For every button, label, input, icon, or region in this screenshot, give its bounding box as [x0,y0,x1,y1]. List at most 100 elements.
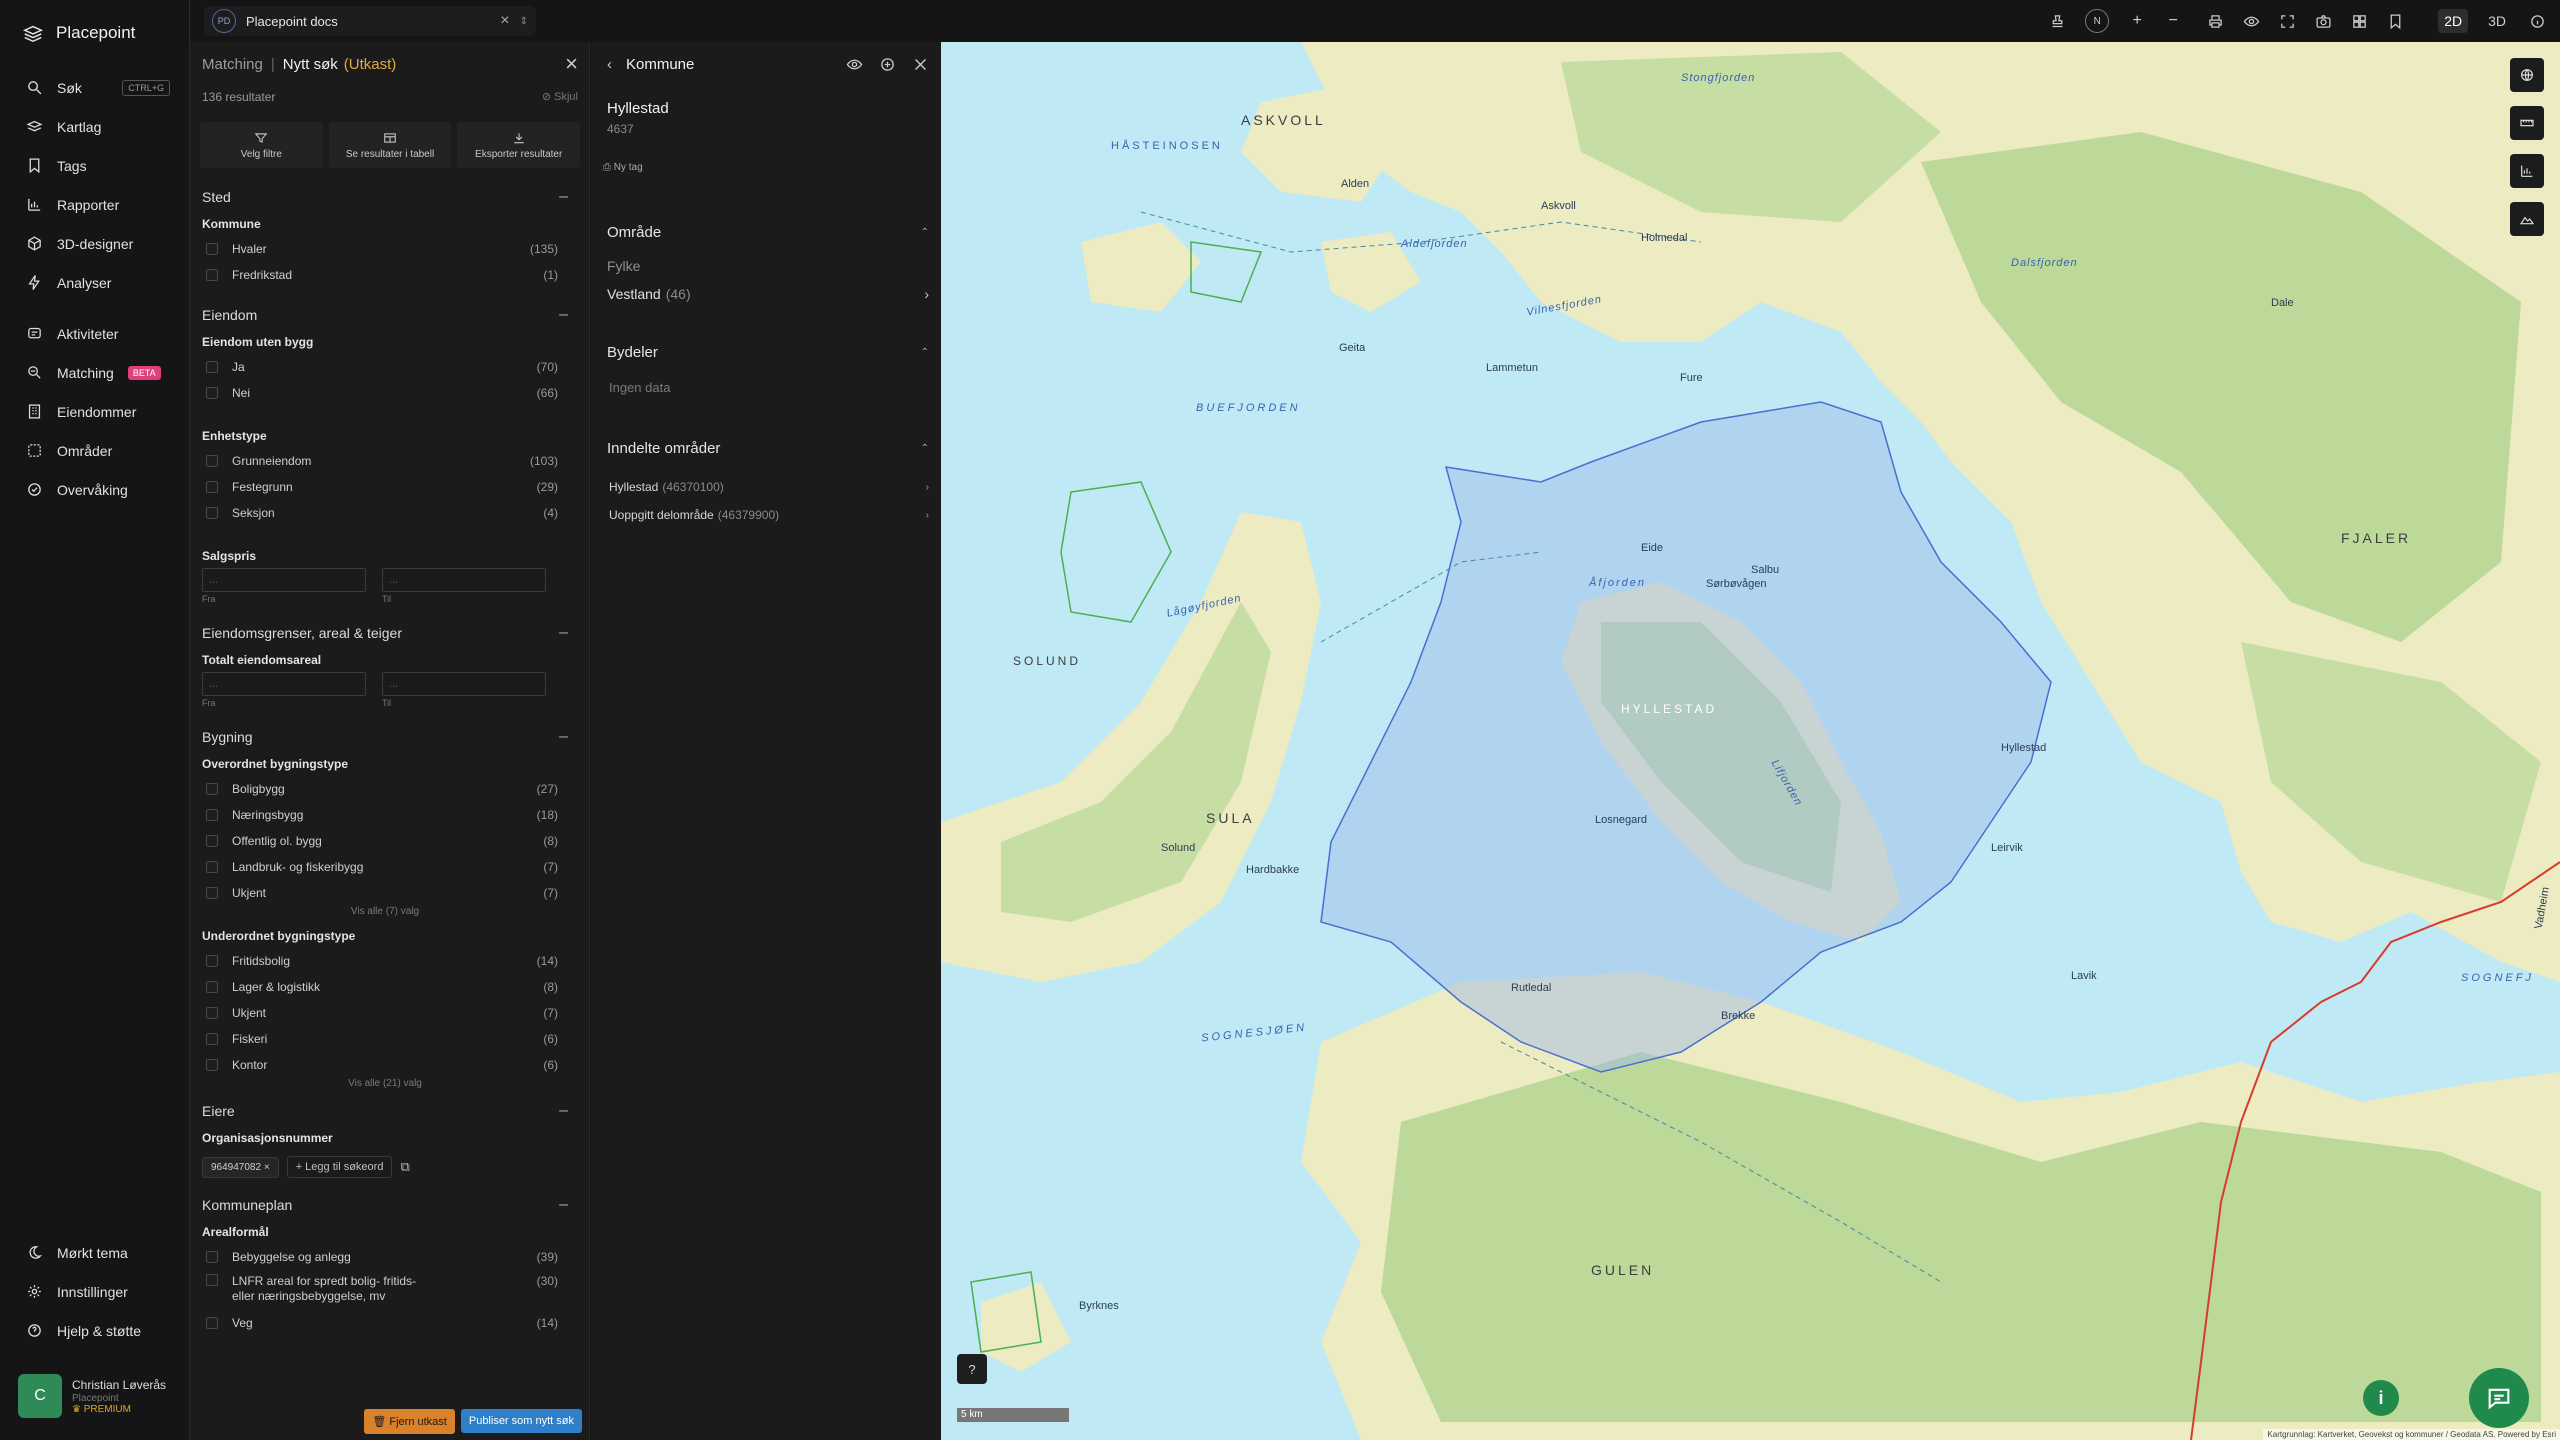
filter-option[interactable]: Seksjon (4) [202,500,568,526]
crosshair-icon[interactable] [879,56,896,73]
keyword-chip[interactable]: 964947082 × [202,1156,279,1178]
nav-item-help[interactable]: Hjelp & støtte [0,1311,190,1350]
checkbox[interactable] [206,861,218,873]
checkbox[interactable] [206,507,218,519]
screenshot-button[interactable] [2312,10,2334,32]
filter-option[interactable]: Hvaler (135) [202,236,568,262]
bookmark-button[interactable] [2384,10,2406,32]
help-icon[interactable]: ? [957,1354,987,1384]
close-icon[interactable]: × [500,12,509,30]
subarea-row[interactable]: Uoppgitt delområde (46379900) › [609,508,929,522]
nav-item-analyser[interactable]: Analyser [0,263,190,302]
nav-item-3d-designer[interactable]: 3D-designer [0,224,190,263]
nav-item-eiendommer[interactable]: Eiendommer [0,392,190,431]
zoom-out-button[interactable]: − [2162,10,2184,32]
show-all-link[interactable]: Vis alle (21) valg [202,1078,568,1096]
zoom-in-button[interactable]: + [2126,10,2148,32]
nav-item-sok[interactable]: Søk CTRL+G [0,68,190,107]
price-to-input[interactable]: ... [382,568,546,592]
map-canvas[interactable]: BUEFJORDEN SOGNESJØEN SOGNEFJ SULA GULEN… [941,42,2560,1440]
chevron-up-icon[interactable]: ⌃ [921,443,929,454]
publish-button[interactable]: Publiser som nytt søk [460,1409,582,1433]
remove-icon[interactable]: × [264,1162,270,1173]
info-button[interactable] [2526,10,2548,32]
chat-button[interactable] [2469,1368,2529,1428]
measure-tool-button[interactable] [2510,106,2544,140]
draw-tool-button[interactable] [2046,10,2068,32]
show-all-link[interactable]: Vis alle (7) valg [202,906,568,924]
grid-button[interactable] [2348,10,2370,32]
workspace-selector[interactable]: PD Placepoint docs × ⇕ [204,6,536,36]
filter-option[interactable]: Ja (70) [202,354,568,380]
filter-option[interactable]: Bebyggelse og anlegg (39) [202,1244,568,1270]
brand[interactable]: Placepoint [22,20,135,46]
section-bydeler[interactable]: Bydeler ⌃ [607,344,929,361]
subarea-row[interactable]: Hyllestad (46370100) › [609,480,929,494]
filter-option[interactable]: Fritidsbolig (14) [202,948,568,974]
nav-item-dark-theme[interactable]: Mørkt tema [0,1233,190,1272]
mode-2d-toggle[interactable]: 2D [2438,9,2469,33]
collapse-icon[interactable]: – [559,188,568,206]
filter-option[interactable]: Landbruk- og fiskeribygg (7) [202,854,568,880]
section-inndelte[interactable]: Inndelte områder ⌃ [607,440,929,457]
filter-option[interactable]: Boligbygg (27) [202,776,568,802]
checkbox[interactable] [206,455,218,467]
filter-option[interactable]: Fredrikstad (1) [202,262,568,288]
section-omrade[interactable]: Område ⌃ [607,224,929,241]
copy-icon[interactable]: ⧉ [400,1159,409,1175]
area-from-input[interactable]: ... [202,672,366,696]
area-to-input[interactable]: ... [382,672,546,696]
collapse-icon[interactable]: – [559,1196,568,1214]
filter-option[interactable]: Festegrunn (29) [202,474,568,500]
collapse-icon[interactable]: – [559,624,568,642]
hide-toggle[interactable]: ⊘ Skjul [542,90,578,104]
checkbox[interactable] [206,835,218,847]
checkbox[interactable] [206,981,218,993]
close-icon[interactable] [912,56,929,73]
mode-3d-toggle[interactable]: 3D [2482,9,2512,33]
view-table-button[interactable]: Se resultater i tabell [328,122,452,168]
price-from-input[interactable]: ... [202,568,366,592]
nav-item-matching[interactable]: Matching BETA [0,353,190,392]
fylke-row[interactable]: Vestland (46) › [607,286,929,302]
nav-item-tags[interactable]: Tags [0,146,190,185]
section-sted[interactable]: Sted – [202,182,568,212]
filter-option[interactable]: Næringsbygg (18) [202,802,568,828]
checkbox[interactable] [206,481,218,493]
checkbox[interactable] [206,269,218,281]
visibility-button[interactable] [2240,10,2262,32]
elevation-tool-button[interactable] [2510,202,2544,236]
checkbox[interactable] [206,887,218,899]
nav-item-settings[interactable]: Innstillinger [0,1272,190,1311]
checkbox[interactable] [206,387,218,399]
checkbox[interactable] [206,1033,218,1045]
nav-item-overvaking[interactable]: Overvåking [0,470,190,509]
filter-option[interactable]: Fiskeri (6) [202,1026,568,1052]
filter-option[interactable]: Grunneiendom (103) [202,448,568,474]
filter-option[interactable]: Ukjent (7) [202,1000,568,1026]
filter-option[interactable]: Offentlig ol. bygg (8) [202,828,568,854]
checkbox[interactable] [206,1274,218,1286]
filter-option[interactable]: Kontor (6) [202,1052,568,1078]
nav-item-omrader[interactable]: Områder [0,431,190,470]
stats-tool-button[interactable] [2510,154,2544,188]
section-bygning[interactable]: Bygning – [202,722,568,752]
checkbox[interactable] [206,1251,218,1263]
checkbox[interactable] [206,1317,218,1329]
info-button[interactable]: i [2363,1380,2399,1416]
close-icon[interactable]: × [565,51,578,77]
nav-item-kartlag[interactable]: Kartlag [0,107,190,146]
collapse-icon[interactable]: – [559,1102,568,1120]
collapse-icon[interactable]: – [559,728,568,746]
checkbox[interactable] [206,1007,218,1019]
nav-item-aktiviteter[interactable]: Aktiviteter [0,314,190,353]
filter-option[interactable]: Ukjent (7) [202,880,568,906]
select-filters-button[interactable]: Velg filtre [200,122,323,168]
filter-option[interactable]: Lager & logistikk (8) [202,974,568,1000]
fullscreen-button[interactable] [2276,10,2298,32]
chevron-updown-icon[interactable]: ⇕ [520,16,528,27]
export-results-button[interactable]: Eksporter resultater [457,122,581,168]
checkbox[interactable] [206,809,218,821]
layers-tool-button[interactable] [2510,58,2544,92]
new-tag-button[interactable]: ⎙ Ny tag [603,162,643,173]
